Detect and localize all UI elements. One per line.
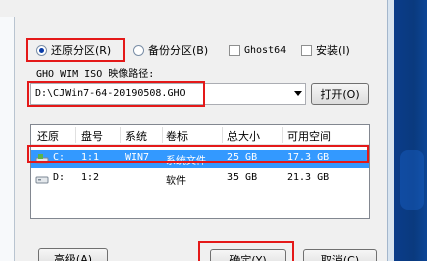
radio-unselected-icon	[133, 44, 144, 56]
cancel-button[interactable]: 取消(C)	[303, 249, 377, 261]
ghost64-checkbox[interactable]: Ghost64	[229, 40, 286, 60]
window-frame-left	[0, 0, 14, 261]
table-row[interactable]: D: 1:2 软件 35 GB 21.3 GB	[31, 170, 369, 188]
backup-partition-radio[interactable]: 备份分区(B)	[133, 40, 208, 60]
window-frame-right	[387, 0, 394, 261]
list-header: 还原 盘号 系统 卷标 总大小 可用空间	[31, 125, 369, 145]
checkbox-icon	[301, 44, 312, 56]
open-button[interactable]: 打开(O)	[311, 83, 369, 105]
backup-partition-label: 备份分区(B)	[148, 44, 209, 57]
hard-drive-icon	[35, 176, 49, 184]
partition-list[interactable]: 还原 盘号 系统 卷标 总大小 可用空间 C: 1:1 WIN7 系统文件 25…	[30, 124, 370, 219]
ok-button-highlight	[198, 241, 294, 261]
column-header[interactable]: 盘号	[81, 128, 103, 144]
image-path-highlight	[27, 81, 205, 107]
column-header[interactable]: 系统	[125, 128, 147, 144]
volume-label: 软件	[166, 176, 186, 187]
ghost64-label: Ghost64	[244, 44, 287, 56]
desktop-background	[394, 0, 427, 261]
selected-partition-highlight	[27, 145, 369, 163]
checkbox-icon	[229, 44, 240, 56]
drive-letter: D:	[53, 172, 66, 183]
advanced-button[interactable]: 高级(A)	[38, 248, 108, 261]
image-path-label: GHO WIM ISO 映像路径:	[36, 69, 155, 80]
column-header[interactable]: 总大小	[227, 128, 260, 144]
title-bar-area	[0, 0, 390, 17]
column-header[interactable]: 可用空间	[287, 128, 331, 144]
disk-number: 1:2	[81, 172, 100, 183]
total-size: 35 GB	[227, 172, 258, 183]
install-checkbox[interactable]: 安装(I)	[301, 40, 350, 60]
restore-option-highlight	[26, 38, 125, 62]
column-header[interactable]: 卷标	[166, 128, 188, 144]
chevron-down-icon[interactable]	[294, 91, 302, 96]
install-label: 安装(I)	[316, 44, 350, 57]
column-header[interactable]: 还原	[37, 128, 59, 144]
free-space: 21.3 GB	[287, 172, 330, 183]
